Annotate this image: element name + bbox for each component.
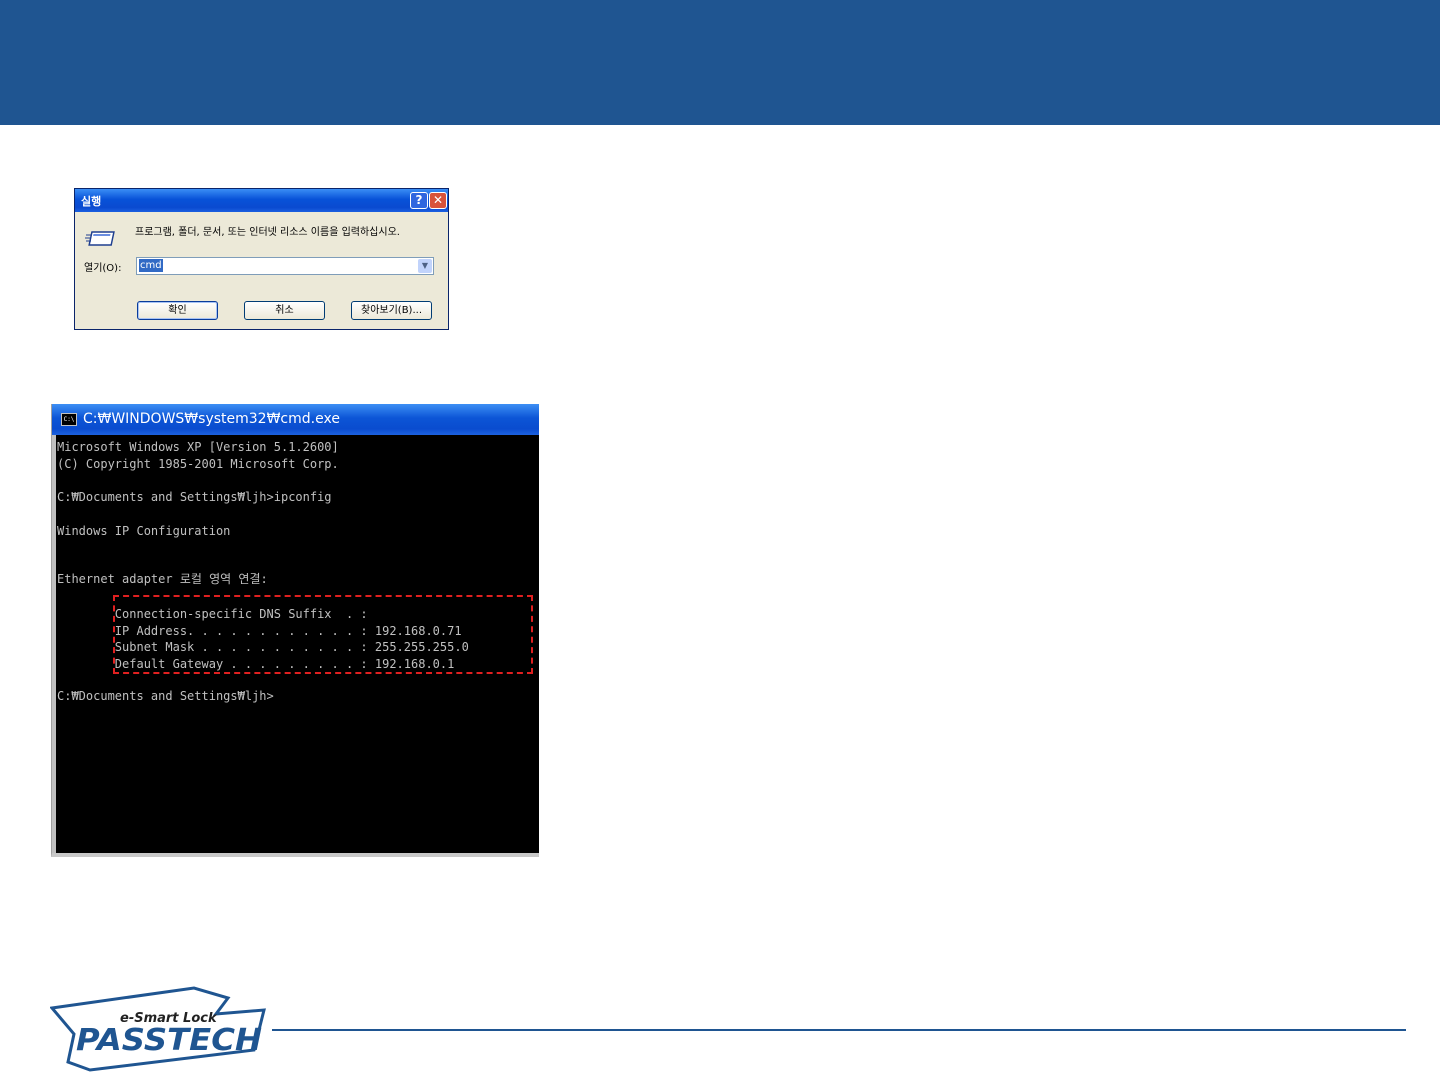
logo-brand: PASSTECH bbox=[76, 1023, 262, 1058]
open-label: 열기(O): bbox=[84, 263, 122, 274]
console-line: (C) Copyright 1985-2001 Microsoft Corp. bbox=[57, 457, 339, 471]
cmd-console[interactable]: Microsoft Windows XP [Version 5.1.2600] … bbox=[57, 437, 539, 851]
console-line: Windows IP Configuration bbox=[57, 524, 231, 538]
close-button[interactable]: ✕ bbox=[429, 192, 447, 209]
run-dialog: 실행 ? ✕ 프로그램, 폴더, 문서, 또는 인터넷 리소스 이름을 입력하십… bbox=[74, 188, 449, 330]
console-line: C:₩Documents and Settings₩ljh>ipconfig bbox=[57, 490, 332, 504]
run-dialog-titlebar[interactable]: 실행 ? ✕ bbox=[75, 189, 448, 212]
network-info-highlight bbox=[113, 595, 533, 674]
top-banner bbox=[0, 0, 1440, 125]
help-button[interactable]: ? bbox=[410, 192, 428, 209]
console-line: C:₩Documents and Settings₩ljh> bbox=[57, 689, 274, 703]
open-input-value[interactable]: cmd bbox=[139, 259, 163, 272]
console-line: Microsoft Windows XP [Version 5.1.2600] bbox=[57, 440, 339, 454]
cmd-window-titlebar[interactable]: C:\ C:₩WINDOWS₩system32₩cmd.exe bbox=[52, 404, 539, 435]
run-dialog-title: 실행 bbox=[81, 195, 102, 208]
passtech-logo: e-Smart Lock PASSTECH bbox=[50, 986, 266, 1072]
dropdown-arrow-icon[interactable]: ▼ bbox=[418, 259, 432, 273]
cmd-window-frame bbox=[52, 435, 56, 853]
run-dialog-prompt: 프로그램, 폴더, 문서, 또는 인터넷 리소스 이름을 입력하십시오. bbox=[135, 227, 400, 238]
open-combobox[interactable]: cmd ▼ bbox=[136, 257, 434, 275]
cmd-window: C:\ C:₩WINDOWS₩system32₩cmd.exe Microsof… bbox=[51, 404, 539, 857]
cmd-window-title: C:₩WINDOWS₩system32₩cmd.exe bbox=[83, 411, 340, 427]
cancel-button[interactable]: 취소 bbox=[244, 301, 325, 320]
console-line: Ethernet adapter 로컬 영역 연결: bbox=[57, 572, 268, 586]
footer-divider bbox=[272, 1029, 1406, 1031]
cmd-icon: C:\ bbox=[61, 413, 77, 426]
ok-button[interactable]: 확인 bbox=[137, 301, 218, 320]
run-program-icon bbox=[85, 231, 115, 246]
browse-button[interactable]: 찾아보기(B)... bbox=[351, 301, 432, 320]
